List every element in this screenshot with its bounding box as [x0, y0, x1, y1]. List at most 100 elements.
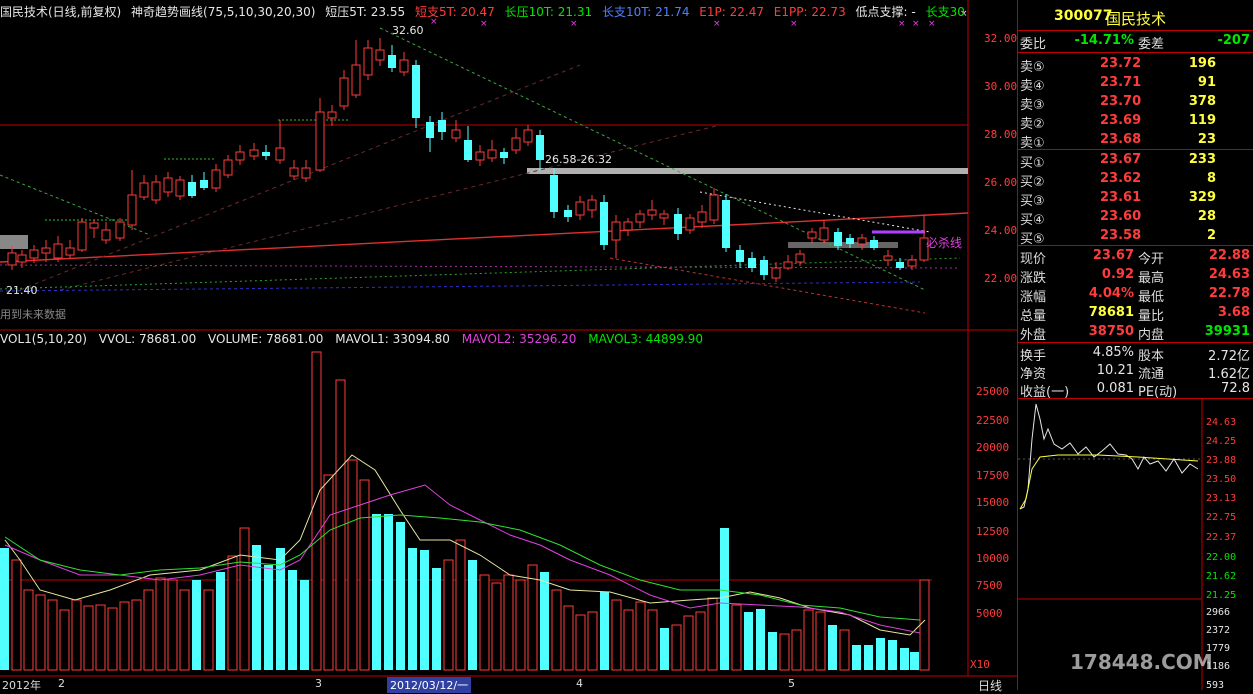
- volume-tick: 5000: [976, 607, 1003, 620]
- stock-code: 300077: [1054, 8, 1113, 24]
- stat-row: 外盘 38750 内盘 39931: [1020, 323, 1252, 343]
- stat-row: 涨幅 4.04% 最低 22.78: [1020, 285, 1252, 305]
- header-item-e1p: E1P: 22.47: [699, 5, 764, 19]
- stat-label: 量比: [1138, 309, 1165, 324]
- volume-tick: 22500: [976, 414, 1010, 427]
- stat-row: 现价 23.67 今开 22.88: [1020, 247, 1252, 267]
- volume-header: VOL1(5,10,20) VVOL: 78681.00 VOLUME: 786…: [0, 332, 711, 346]
- svg-text:×: ×: [790, 19, 798, 29]
- intraday-tick: 22.00: [1206, 552, 1237, 563]
- bid-volume: 8: [1206, 171, 1216, 186]
- stat-value: 23.67: [1092, 248, 1134, 263]
- header-item-e1pp: E1PP: 22.73: [773, 5, 846, 19]
- stat-label: 现价: [1020, 252, 1047, 267]
- ask-row: 卖④ 23.71 91: [1020, 74, 1252, 94]
- volume-tick: 17500: [976, 469, 1010, 482]
- volume-tick: 7500: [976, 579, 1003, 592]
- bid-label: 买④: [1020, 213, 1045, 228]
- volume-tick: 25000: [976, 385, 1010, 398]
- stat-row: 总量 78681 量比 3.68: [1020, 304, 1252, 324]
- indicator-name: 神奇趋势画线(75,5,10,30,20,30): [131, 5, 316, 19]
- weibi-row: 委比 -14.71% 委差 -207: [1020, 32, 1252, 52]
- intraday-tick: 24.63: [1206, 417, 1237, 428]
- chart-title: 国民技术(日线,前复权): [0, 5, 122, 19]
- bid-row: 买① 23.67 233: [1020, 151, 1252, 171]
- intraday-tick: 23.88: [1206, 455, 1237, 466]
- price-tick: 22.00: [984, 272, 1018, 285]
- volume-tick: 20000: [976, 441, 1010, 454]
- bid-row: 买④ 23.60 28: [1020, 208, 1252, 228]
- vol-item-mavol1: MAVOL1: 33094.80: [335, 332, 450, 346]
- price-tick: 26.00: [984, 176, 1018, 189]
- volume-tick: 12500: [976, 525, 1010, 538]
- stat-row: 涨跌 0.92 最高 24.63: [1020, 266, 1252, 286]
- chart-header: 国民技术(日线,前复权) 神奇趋势画线(75,5,10,30,20,30) 短压…: [0, 3, 971, 20]
- high-price-annotation: 32.60: [392, 24, 424, 37]
- ask-row: 卖③ 23.70 378: [1020, 93, 1252, 113]
- fund-value: 4.85%: [1092, 345, 1134, 360]
- bid-price: 23.67: [1100, 152, 1142, 167]
- future-data-note: 用到未来数据: [0, 308, 66, 321]
- bid-volume: 2: [1206, 228, 1216, 243]
- stat-label: 外盘: [1020, 328, 1047, 343]
- header-item-short-pressure: 短压5T: 23.55: [325, 5, 406, 19]
- price-tick: 32.00: [984, 32, 1018, 45]
- stat-value: 22.78: [1208, 286, 1250, 301]
- vol-item-volume: VOLUME: 78681.00: [208, 332, 324, 346]
- ask-volume: 378: [1188, 94, 1216, 109]
- weibi-label: 委比: [1020, 37, 1047, 52]
- vol-item-vvol: VVOL: 78681.00: [98, 332, 197, 346]
- intraday-tick: 2966: [1206, 607, 1231, 618]
- ask-price: 23.71: [1100, 75, 1142, 90]
- date-month-4: 4: [576, 677, 583, 690]
- ask-volume: 196: [1188, 56, 1216, 71]
- intraday-tick: 24.25: [1206, 436, 1237, 447]
- price-tick: 28.00: [984, 128, 1018, 141]
- svg-text:×: ×: [570, 19, 578, 29]
- bid-volume: 329: [1188, 190, 1216, 205]
- bid-label: 买③: [1020, 194, 1045, 209]
- intraday-tick: 23.50: [1206, 474, 1237, 485]
- ask-label: 卖⑤: [1020, 60, 1045, 75]
- stat-value: 78681: [1088, 305, 1134, 320]
- ask-row: 卖⑤ 23.72 196: [1020, 55, 1252, 75]
- ask-price: 23.72: [1100, 56, 1142, 71]
- header-item-long-pressure: 长压10T: 21.31: [504, 5, 593, 19]
- svg-text:×: ×: [713, 19, 721, 29]
- header-item-low-support: 低点支撑: -: [855, 5, 916, 19]
- bisha-line-label: 必杀线: [926, 236, 963, 250]
- stat-value: 39931: [1204, 324, 1250, 339]
- stat-label: 涨跌: [1020, 271, 1047, 286]
- intraday-tick: 593: [1206, 680, 1225, 691]
- intraday-tick: 22.75: [1206, 512, 1237, 523]
- ask-price: 23.70: [1100, 94, 1142, 109]
- date-month-2: 2: [58, 677, 65, 690]
- price-tick: 30.00: [984, 80, 1018, 93]
- intraday-tick: 21.62: [1206, 571, 1237, 582]
- ask-volume: 91: [1197, 75, 1216, 90]
- bid-volume: 233: [1188, 152, 1216, 167]
- fund-row: 收益(一) 0.081 PE(动) 72.8: [1020, 380, 1252, 400]
- ask-volume: 23: [1197, 132, 1216, 147]
- stat-value: 38750: [1088, 324, 1134, 339]
- bid-row: 买⑤ 23.58 2: [1020, 227, 1252, 247]
- stat-value: 3.68: [1217, 305, 1250, 320]
- period-tab[interactable]: 日线: [978, 677, 1002, 694]
- range-annotation: 26.58-26.32: [545, 153, 612, 166]
- stat-label: 最高: [1138, 271, 1165, 286]
- volume-tick: 15000: [976, 496, 1010, 509]
- ask-row: 卖② 23.69 119: [1020, 112, 1252, 132]
- volume-tick: 10000: [976, 552, 1010, 565]
- ask-label: 卖④: [1020, 79, 1045, 94]
- ask-price: 23.68: [1100, 132, 1142, 147]
- header-item-long-support: 长支10T: 21.74: [601, 5, 690, 19]
- watermark: 178448.COM: [1070, 650, 1213, 674]
- stat-label: 总量: [1020, 309, 1047, 324]
- weicha-value: -207: [1217, 33, 1250, 48]
- stat-label: 内盘: [1138, 328, 1165, 343]
- ask-row: 卖① 23.68 23: [1020, 131, 1252, 151]
- date-month-3: 3: [315, 677, 322, 690]
- date-year: 2012年: [2, 679, 41, 692]
- fund-row: 换手 4.85% 股本 2.72亿: [1020, 344, 1252, 364]
- fund-value: 0.081: [1096, 381, 1134, 396]
